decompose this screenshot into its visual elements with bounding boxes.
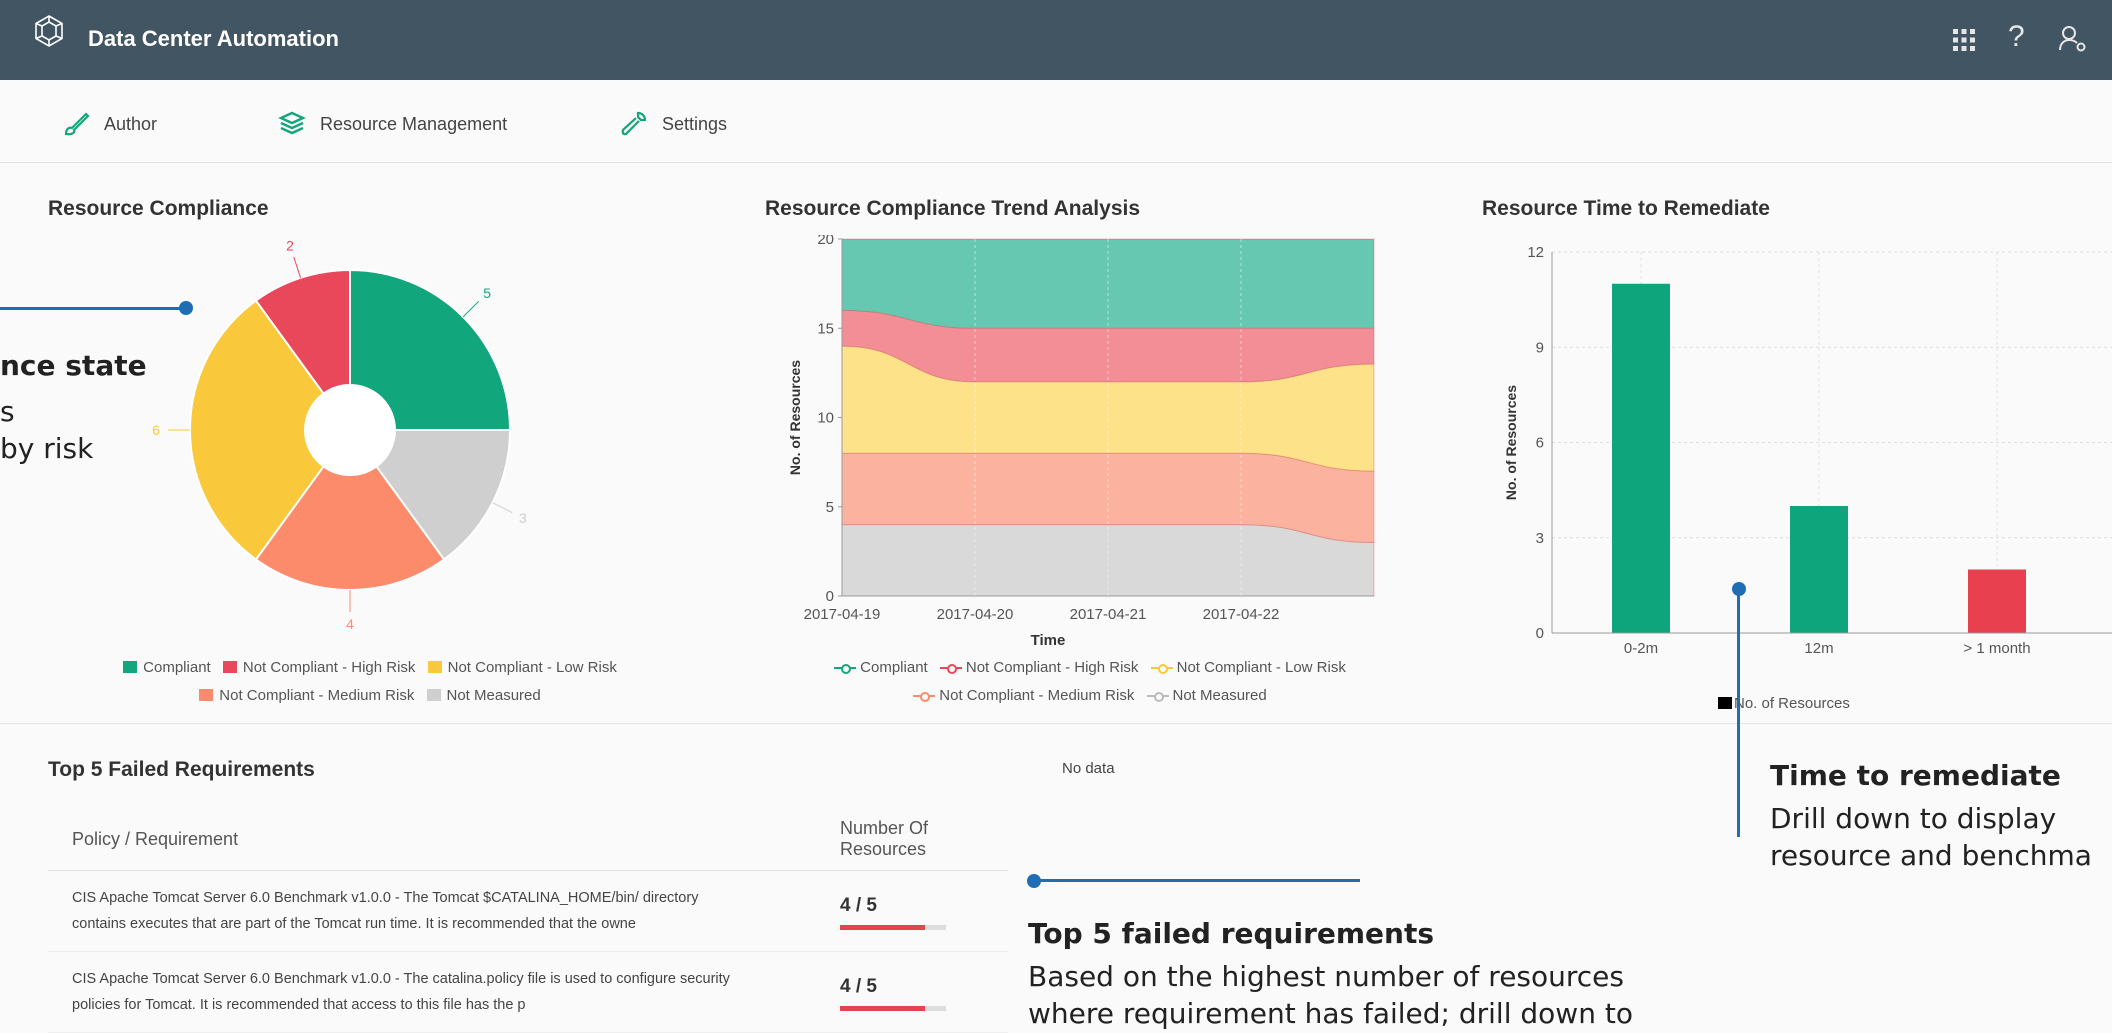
compliance-callout-line2: s [0, 395, 15, 428]
compliance-callout-title: nce state [0, 349, 147, 382]
top-failed-title: Top 5 Failed Requirements [48, 758, 315, 781]
x-tick-label: 2017-04-22 [1203, 606, 1280, 623]
y-tick-label: 10 [817, 410, 834, 427]
nav-resource-management[interactable]: Resource Management [278, 110, 507, 138]
failed-callout-title: Top 5 failed requirements [1028, 917, 1435, 950]
bar [1612, 283, 1670, 633]
requirement-count: 4 / 5 [816, 951, 1008, 1033]
legend-medium-risk[interactable]: Not Compliant - Medium Risk [199, 687, 414, 704]
requirement-text: CIS Apache Tomcat Server 6.0 Benchmark v… [48, 870, 816, 952]
requirement-count: 4 / 5 [816, 870, 1008, 952]
app-header: Data Center Automation ? [0, 0, 2112, 80]
trend-legend-not-measured[interactable]: Not Measured [1146, 687, 1267, 704]
y-axis-label: No. of Resources [1503, 385, 1519, 500]
layers-icon [278, 111, 306, 135]
y-axis-label: No. of Resources [787, 360, 803, 475]
table-row[interactable]: CIS Apache Tomcat Server 6.0 Benchmark v… [48, 870, 1008, 952]
trend-area-chart: 0 5 10 15 20 2017-04-19 2017-04-20 2017-04-21 20… [787, 235, 1375, 645]
remediate-callout-line3: resource and benchma [1770, 839, 2092, 872]
progress-bar [840, 1006, 946, 1011]
nav-author[interactable]: Author [62, 110, 157, 138]
pie-data-label: 5 [483, 285, 491, 301]
compliance-callout-line [0, 307, 184, 310]
legend-low-risk[interactable]: Not Compliant - Low Risk [427, 659, 617, 676]
x-axis-label: Time [1031, 632, 1066, 645]
donut-hole [306, 386, 394, 474]
failed-callout-line3: where requirement has failed; drill down… [1028, 997, 1633, 1030]
x-tick-label: 2017-04-21 [1070, 606, 1147, 623]
nav-author-label: Author [104, 113, 158, 134]
requirement-text: CIS Apache Tomcat Server 6.0 Benchmark v… [48, 951, 816, 1033]
section-divider [0, 723, 2112, 724]
remediate-callout-line2: Drill down to display [1770, 802, 2057, 835]
hexagon-logo-icon[interactable] [32, 14, 66, 48]
pie-data-label: 6 [152, 422, 160, 438]
table-row[interactable]: CIS Apache Tomcat Server 6.0 Benchmark v… [48, 951, 1008, 1033]
y-tick-label: 3 [1536, 530, 1544, 547]
y-tick-label: 0 [826, 588, 834, 605]
failed-callout-line [1034, 879, 1360, 882]
progress-bar [840, 925, 946, 930]
pie-leader-line [293, 256, 302, 278]
nav-settings[interactable]: Settings [620, 110, 727, 138]
user-settings-icon[interactable] [2058, 24, 2088, 54]
y-tick-label: 6 [1536, 435, 1544, 452]
x-tick-label: 2017-04-20 [937, 606, 1014, 623]
compliance-callout-dot [179, 301, 193, 315]
pie-data-label: 3 [519, 510, 527, 526]
brush-icon [64, 112, 90, 136]
app-title: Data Center Automation [88, 26, 339, 51]
legend-swatch [1718, 697, 1732, 709]
no-data-label: No data [1062, 760, 1115, 777]
help-icon[interactable]: ? [2008, 20, 2025, 54]
y-tick-label: 20 [817, 235, 834, 248]
pie-data-label: 4 [346, 616, 354, 630]
trend-analysis-title: Resource Compliance Trend Analysis [765, 197, 1141, 220]
grid-menu-icon[interactable] [1952, 28, 1976, 52]
trend-legend-medium-risk[interactable]: Not Compliant - Medium Risk [913, 687, 1134, 704]
failed-requirements-table: Policy / Requirement Number Of Resources … [48, 808, 1008, 1033]
legend-not-measured[interactable]: Not Measured [426, 687, 541, 704]
col-policy-header[interactable]: Policy / Requirement [48, 808, 816, 871]
remediate-callout-title: Time to remediate [1770, 759, 2061, 792]
compliance-donut-chart: 5 3 4 6 2 [152, 240, 527, 630]
legend-high-risk[interactable]: Not Compliant - High Risk [222, 659, 415, 676]
nav-resource-management-label: Resource Management [320, 113, 508, 134]
remediate-callout-line [1737, 589, 1740, 837]
nav-settings-label: Settings [662, 113, 728, 134]
trend-legend-low-risk[interactable]: Not Compliant - Low Risk [1150, 659, 1346, 676]
x-tick-label: 12m [1804, 640, 1833, 655]
pie-leader-line [492, 502, 513, 514]
time-to-remediate-title: Resource Time to Remediate [1482, 197, 1770, 220]
remediate-bar-chart: 0369120-2m12m> 1 monthTimeNo. of Resourc… [1503, 244, 2112, 655]
col-number-header[interactable]: Number Of Resources [816, 808, 1008, 871]
resource-compliance-title: Resource Compliance [48, 197, 269, 220]
x-tick-label: 0-2m [1624, 640, 1658, 655]
failed-callout-line2: Based on the highest number of resources [1028, 960, 1624, 993]
table-header-row: Policy / Requirement Number Of Resources [48, 808, 1008, 871]
trend-legend-compliant[interactable]: Compliant [834, 659, 928, 676]
y-tick-label: 5 [826, 499, 834, 516]
pie-leader-line [462, 300, 480, 318]
main-nav: Author Resource Management Settings [0, 80, 2112, 163]
compliance-legend: Compliant Not Compliant - High Risk Not … [70, 654, 670, 710]
trend-legend: Compliant Not Compliant - High Risk Not … [760, 654, 1420, 710]
compliance-callout-line3: by risk [0, 432, 94, 465]
y-tick-label: 15 [817, 320, 834, 337]
trend-legend-high-risk[interactable]: Not Compliant - High Risk [939, 659, 1138, 676]
y-tick-label: 0 [1536, 625, 1544, 642]
legend-compliant[interactable]: Compliant [123, 659, 211, 676]
wrench-icon [621, 111, 647, 136]
bar [1968, 569, 2026, 633]
y-tick-label: 9 [1536, 339, 1544, 356]
bar [1790, 506, 1848, 633]
y-tick-label: 12 [1527, 244, 1544, 261]
pie-data-label: 2 [286, 240, 294, 253]
x-tick-label: 2017-04-19 [804, 606, 881, 623]
x-tick-label: > 1 month [1963, 640, 2030, 655]
